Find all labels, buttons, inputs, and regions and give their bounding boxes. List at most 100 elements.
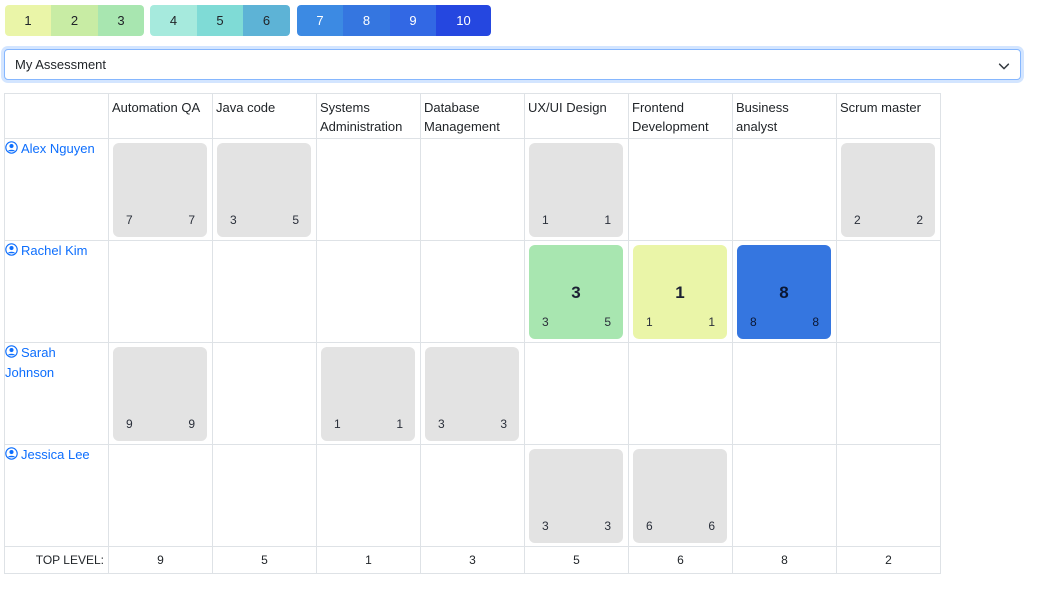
max-score: 1 <box>604 213 611 227</box>
skill-cell: 22 <box>836 138 941 241</box>
skill-level-card[interactable]: 3 3 5 <box>529 245 623 339</box>
self-score: 3 <box>438 417 445 431</box>
assessment-select-value: My Assessment <box>15 57 107 72</box>
legend-level-1[interactable]: 1 <box>5 5 51 36</box>
skill-cell: 3 3 5 <box>524 240 629 343</box>
top-level-row: TOP LEVEL: 9 5 1 3 5 6 8 2 <box>4 546 941 574</box>
skill-cell: 33 <box>524 444 629 547</box>
person-link[interactable]: Alex Nguyen <box>5 141 95 156</box>
top-level-value: 5 <box>524 546 629 574</box>
skill-level-card[interactable]: 35 <box>217 143 311 237</box>
skill-cell[interactable] <box>108 444 213 547</box>
self-score: 1 <box>646 315 653 329</box>
self-score: 9 <box>126 417 133 431</box>
skill-level-card[interactable]: 33 <box>425 347 519 441</box>
top-level-value: 3 <box>420 546 525 574</box>
skill-cell[interactable] <box>212 444 317 547</box>
person-circle-icon <box>5 345 18 358</box>
self-score: 3 <box>542 315 549 329</box>
max-score: 1 <box>708 315 715 329</box>
self-score: 3 <box>542 519 549 533</box>
person-circle-icon <box>5 141 18 154</box>
legend-level-5[interactable]: 5 <box>197 5 243 36</box>
legend-group-mid: 4 5 6 <box>150 5 290 36</box>
max-score: 8 <box>812 315 819 329</box>
person-row: Alex Nguyen 7 7 3 5 1 1 2 2 <box>4 138 941 241</box>
skill-cell[interactable] <box>316 240 421 343</box>
skill-cell[interactable] <box>212 240 317 343</box>
header-row: Automation QA Java code Systems Administ… <box>4 93 941 139</box>
legend-level-8[interactable]: 8 <box>343 5 390 36</box>
skill-cell[interactable] <box>628 138 733 241</box>
skill-cell[interactable] <box>420 444 525 547</box>
skill-cell[interactable] <box>732 444 837 547</box>
person-link[interactable]: Sarah Johnson <box>5 345 56 380</box>
max-score: 3 <box>500 417 507 431</box>
skill-level-card[interactable]: 22 <box>841 143 935 237</box>
legend-level-6[interactable]: 6 <box>243 5 290 36</box>
top-level-label: TOP LEVEL: <box>4 546 109 574</box>
legend-level-9[interactable]: 9 <box>390 5 436 36</box>
skill-level-card[interactable]: 8 8 8 <box>737 245 831 339</box>
self-score: 1 <box>334 417 341 431</box>
person-circle-icon <box>5 447 18 460</box>
skill-cell[interactable] <box>628 342 733 445</box>
self-score: 2 <box>854 213 861 227</box>
skill-cell[interactable] <box>316 444 421 547</box>
max-score: 1 <box>396 417 403 431</box>
skill-level-card[interactable]: 33 <box>529 449 623 543</box>
top-level-value: 2 <box>836 546 941 574</box>
skill-cell[interactable] <box>732 342 837 445</box>
max-score: 6 <box>708 519 715 533</box>
skill-cell[interactable] <box>732 138 837 241</box>
column-header: Frontend Development <box>628 93 733 139</box>
max-score: 5 <box>604 315 611 329</box>
skill-cell[interactable] <box>212 342 317 445</box>
skill-cell[interactable] <box>316 138 421 241</box>
skill-cell[interactable] <box>524 342 629 445</box>
skill-cell[interactable] <box>836 444 941 547</box>
legend-level-4[interactable]: 4 <box>150 5 197 36</box>
skill-level-card[interactable]: 11 <box>529 143 623 237</box>
self-score: 3 <box>230 213 237 227</box>
legend-level-10[interactable]: 10 <box>436 5 491 36</box>
skill-cell[interactable] <box>836 342 941 445</box>
legend-level-3[interactable]: 3 <box>98 5 144 36</box>
skill-cell: 11 <box>316 342 421 445</box>
max-score: 5 <box>292 213 299 227</box>
skill-level-card[interactable]: 1 1 1 <box>633 245 727 339</box>
current-level: 1 <box>675 283 685 302</box>
skill-cell: 99 <box>108 342 213 445</box>
person-cell: Jessica Lee <box>4 444 109 547</box>
skill-cell[interactable] <box>420 138 525 241</box>
person-cell: Sarah Johnson <box>4 342 109 445</box>
person-name: Jessica Lee <box>21 447 90 462</box>
max-score: 3 <box>604 519 611 533</box>
self-score: 6 <box>646 519 653 533</box>
assessment-select[interactable]: My Assessment <box>4 49 1021 80</box>
skill-level-card[interactable]: 66 <box>633 449 727 543</box>
skill-level-card[interactable]: 77 <box>113 143 207 237</box>
self-score: 8 <box>750 315 757 329</box>
legend-group-low: 1 2 3 <box>5 5 144 36</box>
top-level-value: 5 <box>212 546 317 574</box>
top-level-value: 6 <box>628 546 733 574</box>
skill-level-card[interactable]: 11 <box>321 347 415 441</box>
column-header: Database Management <box>420 93 525 139</box>
legend-level-2[interactable]: 2 <box>51 5 98 36</box>
skill-cell: 35 <box>212 138 317 241</box>
person-row: Jessica Lee 3 3 6 6 <box>4 444 941 547</box>
legend-level-7[interactable]: 7 <box>297 5 343 36</box>
skill-cell[interactable] <box>836 240 941 343</box>
skill-cell[interactable] <box>108 240 213 343</box>
skill-cell[interactable] <box>420 240 525 343</box>
person-link[interactable]: Jessica Lee <box>5 447 90 462</box>
skill-cell: 77 <box>108 138 213 241</box>
skill-level-card[interactable]: 99 <box>113 347 207 441</box>
person-row: Rachel Kim 3 3 5 1 1 1 8 8 8 <box>4 240 941 343</box>
max-score: 2 <box>916 213 923 227</box>
self-score: 7 <box>126 213 133 227</box>
current-level: 8 <box>779 283 789 302</box>
person-link[interactable]: Rachel Kim <box>5 243 87 258</box>
max-score: 9 <box>188 417 195 431</box>
